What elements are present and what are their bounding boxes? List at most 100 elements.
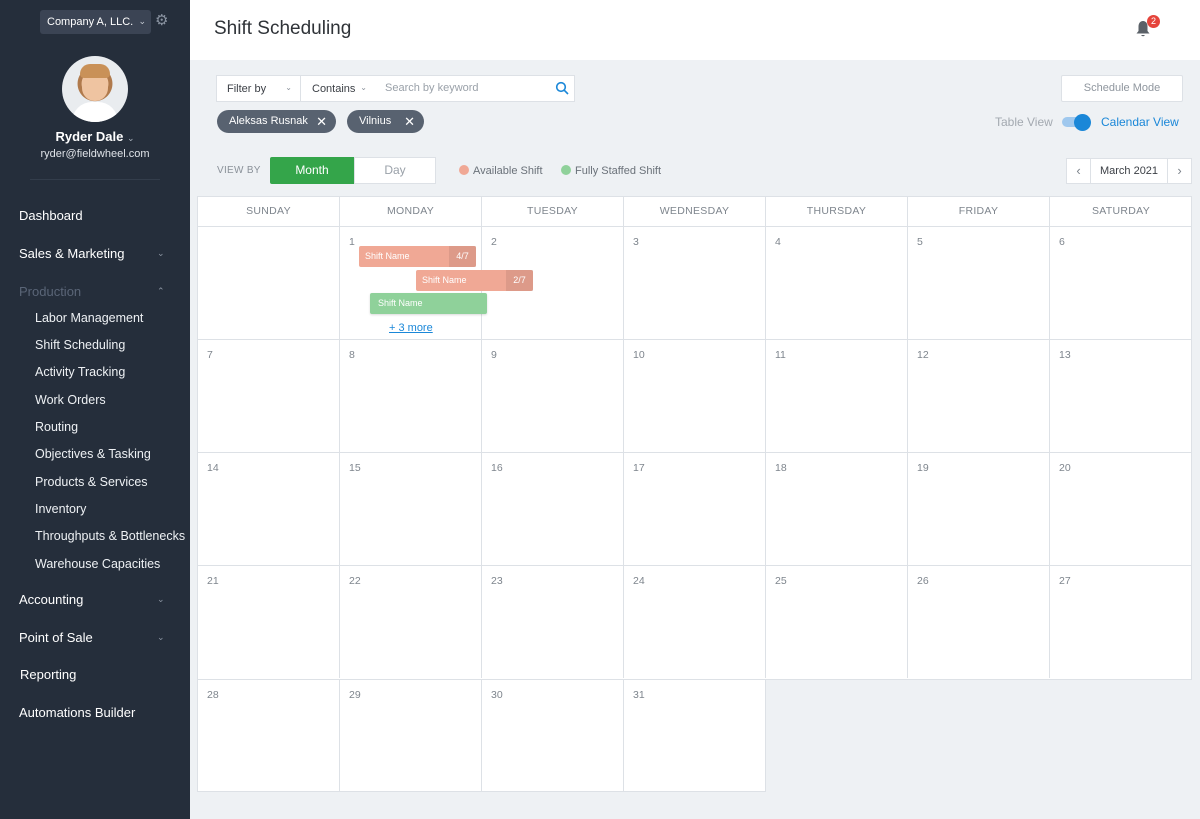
day-cell[interactable]: 24 [624, 565, 766, 678]
avatar[interactable] [62, 56, 128, 122]
chevron-right-icon[interactable]: › [1167, 159, 1191, 183]
search-input[interactable]: Search by keyword [375, 75, 575, 102]
table-view-label[interactable]: Table View [995, 115, 1053, 129]
nav-activity-tracking[interactable]: Activity Tracking [35, 365, 125, 379]
nav-objectives-tasking[interactable]: Objectives & Tasking [35, 447, 151, 461]
available-dot [459, 165, 469, 175]
nav-warehouse-capacities[interactable]: Warehouse Capacities [35, 557, 160, 571]
day-view-button[interactable]: Day [354, 157, 436, 184]
shift-name: Shift Name [422, 275, 467, 285]
day-cell[interactable]: 30 [482, 679, 624, 792]
nav-point-of-sale[interactable]: Point of Sale ⌄ [19, 630, 165, 645]
day-cell[interactable]: 10 [624, 339, 766, 452]
day-cell[interactable]: 20 [1050, 452, 1192, 565]
shift-event[interactable]: Shift Name 4/7 [359, 246, 476, 267]
month-label: March 2021 [1099, 165, 1159, 177]
day-cell[interactable]: 18 [766, 452, 908, 565]
contains-label: Contains [312, 82, 356, 95]
filter-chip[interactable]: Vilnius ✕ [347, 110, 424, 133]
page-title: Shift Scheduling [214, 18, 352, 39]
chevron-down-icon: ⌄ [360, 83, 367, 92]
weekday-header: THURSDAY [766, 197, 908, 226]
schedule-mode-button[interactable]: Schedule Mode [1061, 75, 1183, 102]
view-by-label: VIEW BY [217, 165, 261, 176]
chevron-down-icon: ⌄ [157, 594, 165, 604]
nav-automations-builder[interactable]: Automations Builder [19, 705, 135, 720]
nav-shift-scheduling[interactable]: Shift Scheduling [35, 338, 125, 352]
day-cell[interactable]: 11 [766, 339, 908, 452]
day-cell[interactable]: 16 [482, 452, 624, 565]
day-cell[interactable]: 13 [1050, 339, 1192, 452]
weekday-header: SATURDAY [1091, 205, 1151, 217]
day-cell[interactable]: 4 [766, 226, 908, 339]
weekday-header: FRIDAY [908, 197, 1050, 226]
close-icon[interactable]: ✕ [316, 110, 327, 133]
day-cell[interactable]: 9 [482, 339, 624, 452]
filter-by-dropdown[interactable]: Filter by ⌄ [216, 75, 301, 102]
day-cell[interactable]: 21 [198, 565, 340, 678]
nav-routing[interactable]: Routing [35, 420, 78, 434]
chevron-down-icon: ⌄ [138, 16, 146, 26]
nav-dashboard[interactable]: Dashboard [19, 208, 83, 223]
day-cell[interactable]: 7 [198, 339, 340, 452]
day-cell[interactable]: 26 [908, 565, 1050, 678]
month-calendar: SUNDAY MONDAY TUESDAY WEDNESDAY THURSDAY… [197, 196, 1192, 792]
day-cell[interactable] [198, 226, 340, 339]
nav-inventory[interactable]: Inventory [35, 502, 86, 516]
nav-reporting[interactable]: Reporting [20, 667, 76, 682]
day-cell[interactable]: 12 [908, 339, 1050, 452]
nav-production[interactable]: Production ⌃ [19, 284, 165, 299]
more-shifts-link[interactable]: + 3 more [389, 322, 433, 334]
day-cell[interactable]: 17 [624, 452, 766, 565]
page-header: Shift Scheduling 2 [190, 0, 1200, 60]
company-name: Company A, LLC. [47, 16, 134, 28]
search-icon[interactable] [555, 81, 569, 95]
calendar-view-label[interactable]: Calendar View [1101, 115, 1179, 129]
day-cell[interactable]: 15 [340, 452, 482, 565]
nav-labor-management[interactable]: Labor Management [35, 311, 143, 325]
chevron-left-icon[interactable]: ‹ [1067, 159, 1091, 183]
day-cell[interactable]: 6 [1050, 226, 1192, 339]
chip-label: Vilnius [359, 115, 392, 127]
weekday-header: SUNDAY [198, 197, 340, 226]
shift-count: 2/7 [506, 270, 533, 291]
day-cell[interactable]: 28 [198, 679, 340, 792]
contains-dropdown[interactable]: Contains ⌄ [300, 75, 376, 102]
shift-name: Shift Name [365, 251, 410, 261]
day-cell[interactable]: 19 [908, 452, 1050, 565]
day-cell[interactable]: 22 [340, 565, 482, 678]
filter-by-label: Filter by [227, 82, 267, 95]
nav-accounting[interactable]: Accounting ⌄ [19, 592, 165, 607]
day-cell[interactable]: 8 [340, 339, 482, 452]
shift-event[interactable]: Shift Name 2/7 [416, 270, 533, 291]
view-toggle[interactable] [1062, 114, 1092, 131]
filter-chip[interactable]: Aleksas Rusnak ✕ [217, 110, 336, 133]
fully-staffed-dot [561, 165, 571, 175]
chevron-down-icon: ⌄ [285, 83, 292, 92]
chevron-down-icon: ⌄ [157, 632, 165, 642]
notification-badge: 2 [1147, 15, 1160, 28]
gear-icon[interactable]: ⚙ [155, 13, 171, 29]
nav-work-orders[interactable]: Work Orders [35, 393, 106, 407]
day-cell[interactable]: 27 [1050, 565, 1192, 678]
nav-throughputs-bottlenecks[interactable]: Throughputs & Bottlenecks [35, 529, 185, 543]
nav-sales-marketing[interactable]: Sales & Marketing ⌄ [19, 246, 165, 261]
user-name[interactable]: Ryder Dale ⌄ [0, 129, 190, 144]
day-cell[interactable]: 25 [766, 565, 908, 678]
day-cell[interactable]: 14 [198, 452, 340, 565]
day-cell[interactable]: 5 [908, 226, 1050, 339]
shift-event[interactable]: Shift Name [370, 293, 487, 314]
user-email: ryder@fieldwheel.com [40, 148, 150, 160]
empty-cells [766, 679, 1192, 792]
day-cell[interactable]: 23 [482, 565, 624, 678]
month-view-button[interactable]: Month [270, 157, 354, 184]
day-cell[interactable]: 29 [340, 679, 482, 792]
company-selector[interactable]: Company A, LLC. ⌄ [40, 10, 151, 34]
weekday-header: WEDNESDAY [624, 197, 766, 226]
close-icon[interactable]: ✕ [404, 110, 415, 133]
nav-products-services[interactable]: Products & Services [35, 475, 148, 489]
day-cell[interactable]: 31 [624, 679, 766, 792]
legend-fully-staffed: Fully Staffed Shift [561, 165, 661, 177]
day-cell[interactable]: 3 [624, 226, 766, 339]
weekday-header: TUESDAY [482, 197, 624, 226]
